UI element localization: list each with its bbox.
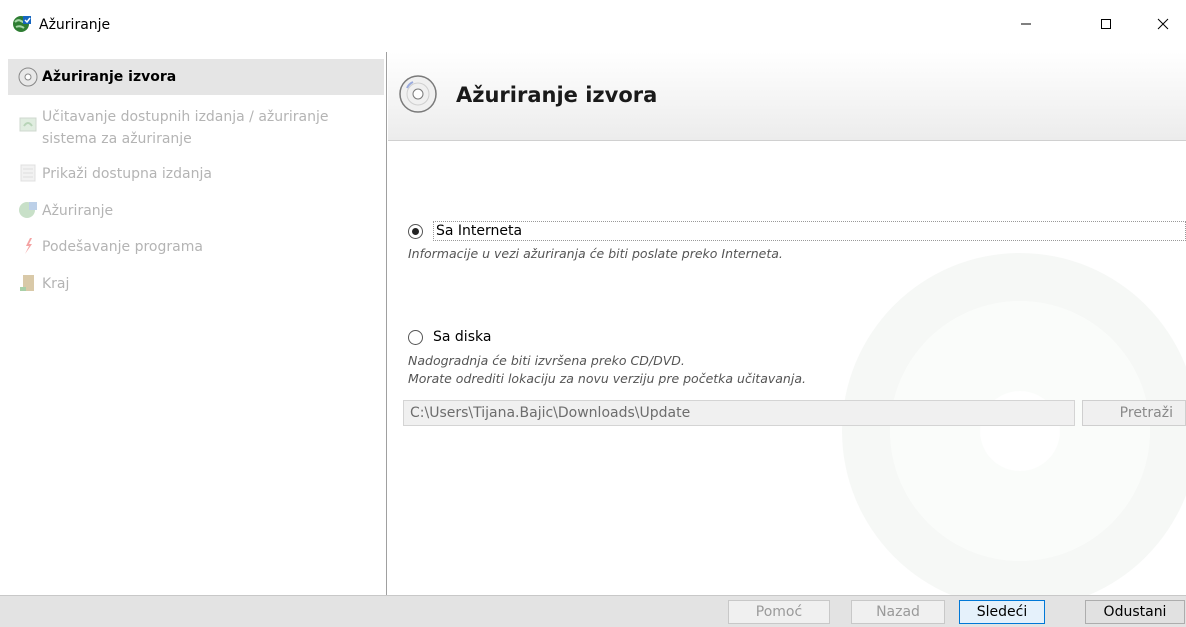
internet-radio-label[interactable]: Sa Interneta: [433, 221, 1186, 241]
browse-button[interactable]: Pretraži: [1082, 400, 1186, 426]
update-globe-icon: [18, 200, 38, 220]
cancel-button[interactable]: Odustani: [1085, 600, 1185, 624]
step-update[interactable]: Ažuriranje: [8, 200, 384, 222]
list-icon: [18, 163, 38, 183]
disk-description-line1: Nadogradnja će biti izvršena preko CD/DV…: [408, 353, 685, 368]
main-content: Sa Interneta Informacije u vezi ažuriran…: [388, 141, 1186, 595]
download-icon: [18, 114, 38, 134]
step-loading-releases[interactable]: Učitavanje dostupnih izdanja / ažuriranj…: [8, 106, 384, 150]
step-label: Kraj: [42, 276, 70, 292]
close-icon: [1157, 18, 1169, 34]
maximize-icon: [1100, 18, 1112, 34]
option-internet[interactable]: Sa Interneta: [408, 221, 1186, 241]
close-button[interactable]: [1140, 0, 1186, 52]
step-label-line2: sistema za ažuriranje: [42, 131, 192, 147]
exit-door-icon: [18, 273, 38, 293]
back-button[interactable]: Nazad: [851, 600, 945, 624]
title-bar[interactable]: Ažuriranje: [0, 0, 1186, 52]
step-show-releases[interactable]: Prikaži dostupna izdanja: [8, 163, 384, 185]
page-title: Ažuriranje izvora: [456, 83, 658, 107]
step-label: Učitavanje dostupnih izdanja / ažuriranj…: [42, 109, 329, 125]
disc-icon: [398, 74, 438, 114]
step-program-settings[interactable]: Podešavanje programa: [8, 236, 384, 258]
step-update-source[interactable]: Ažuriranje izvora: [8, 59, 384, 95]
step-label: Ažuriranje izvora: [42, 69, 177, 85]
wizard-steps-sidebar: Ažuriranje izvora Učitavanje dostupnih i…: [0, 52, 387, 595]
disc-icon: [18, 67, 38, 87]
disk-path-field[interactable]: C:\Users\Tijana.Bajic\Downloads\Update: [403, 400, 1075, 426]
minimize-icon: [1020, 18, 1032, 34]
window-title: Ažuriranje: [39, 17, 111, 33]
update-globe-icon: [12, 14, 32, 34]
option-disk[interactable]: Sa diska: [408, 328, 491, 346]
internet-radio[interactable]: [408, 223, 423, 239]
step-finish[interactable]: Kraj: [8, 273, 384, 295]
disk-description-line2: Morate odrediti lokaciju za novu verziju…: [408, 371, 806, 386]
step-label: Prikaži dostupna izdanja: [42, 166, 212, 182]
help-button[interactable]: Pomoć: [728, 600, 830, 624]
settings-pen-icon: [18, 236, 38, 256]
step-label: Ažuriranje: [42, 203, 114, 219]
step-label: Podešavanje programa: [42, 239, 203, 255]
disk-radio-label[interactable]: Sa diska: [433, 328, 491, 346]
minimize-button[interactable]: [1003, 0, 1049, 52]
page-header: Ažuriranje izvora: [388, 52, 1186, 141]
next-button[interactable]: Sledeći: [959, 600, 1045, 624]
internet-description: Informacije u vezi ažuriranja će biti po…: [408, 246, 783, 261]
maximize-button[interactable]: [1083, 0, 1129, 52]
disk-radio[interactable]: [408, 329, 423, 345]
wizard-footer: Pomoć Nazad Sledeći Odustani: [0, 595, 1186, 627]
